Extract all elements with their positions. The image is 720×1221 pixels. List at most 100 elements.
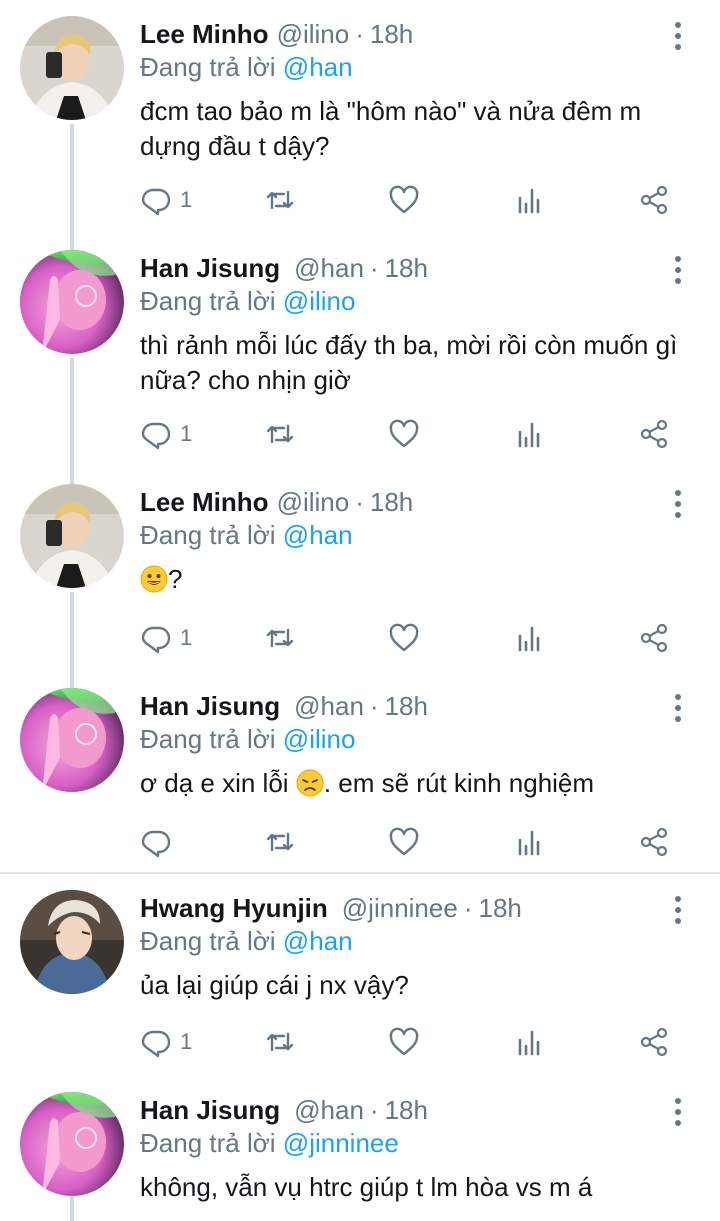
tweet-text: ? <box>140 562 700 597</box>
display-name[interactable]: Han Jisung <box>140 253 280 284</box>
analytics-icon <box>518 1030 540 1056</box>
more-vertical-icon[interactable] <box>668 256 688 284</box>
more-vertical-icon[interactable] <box>668 490 688 518</box>
analytics-button[interactable] <box>514 414 546 454</box>
analytics-button[interactable] <box>514 1022 546 1062</box>
display-name[interactable]: Han Jisung <box>140 1095 280 1126</box>
timestamp[interactable]: 18h <box>478 893 521 924</box>
user-handle[interactable]: @han <box>294 691 364 722</box>
reply-button[interactable] <box>140 822 172 862</box>
tweet-header: Lee Minho @ilino · 18h <box>140 484 413 520</box>
analytics-button[interactable] <box>514 180 546 220</box>
retweet-icon <box>266 628 294 648</box>
retweet-button[interactable] <box>264 618 296 658</box>
analytics-icon <box>518 422 540 448</box>
reply-button[interactable]: 1 <box>140 618 192 658</box>
share-button[interactable] <box>638 822 670 862</box>
share-button[interactable] <box>638 180 670 220</box>
more-vertical-icon[interactable] <box>668 1098 688 1126</box>
mention-link[interactable]: @ilino <box>283 286 356 316</box>
tweet-header: Hwang Hyunjin @jinninee · 18h <box>140 890 522 926</box>
share-button[interactable] <box>638 1022 670 1062</box>
tweet-actions <box>140 822 700 862</box>
retweet-button[interactable] <box>264 180 296 220</box>
display-name[interactable]: Hwang Hyunjin <box>140 893 328 924</box>
analytics-button[interactable] <box>514 618 546 658</box>
share-icon <box>640 419 668 449</box>
tweet-text: thì rảnh mỗi lúc đấy th ba, mời rồi còn … <box>140 330 678 395</box>
user-handle[interactable]: @ilino <box>277 19 350 50</box>
share-icon <box>640 1027 668 1057</box>
like-button[interactable] <box>388 618 420 658</box>
reply-count: 1 <box>180 187 193 212</box>
retweet-icon <box>266 424 294 444</box>
reply-button[interactable]: 1 <box>140 180 192 220</box>
display-name[interactable]: Lee Minho <box>140 19 269 50</box>
more-vertical-icon[interactable] <box>668 896 688 924</box>
avatar[interactable] <box>20 688 124 792</box>
timestamp[interactable]: 18h <box>370 487 413 518</box>
avatar[interactable] <box>20 250 124 354</box>
user-handle[interactable]: @han <box>294 1095 364 1126</box>
tweet[interactable]: Lee Minho @ilino · 18h Đang trả lời @han… <box>0 0 720 234</box>
separator: · <box>369 690 379 721</box>
reply-icon <box>141 188 171 216</box>
tweet[interactable]: Han Jisung @han · 18h Đang trả lời @ilin… <box>0 234 720 468</box>
timestamp[interactable]: 18h <box>385 1095 428 1126</box>
tweet[interactable]: Hwang Hyunjin @jinninee · 18h Đang trả l… <box>0 874 720 1076</box>
mention-link[interactable]: @jinninee <box>283 1128 399 1158</box>
like-button[interactable] <box>388 822 420 862</box>
reply-context: Đang trả lời @jinninee <box>140 1128 399 1159</box>
tweet-actions: 1 <box>140 180 700 220</box>
heart-icon <box>389 419 419 448</box>
reply-button[interactable]: 1 <box>140 1022 192 1062</box>
user-handle[interactable]: @jinninee <box>342 893 458 924</box>
retweet-icon <box>266 1032 294 1052</box>
user-handle[interactable]: @ilino <box>277 487 350 518</box>
timestamp[interactable]: 18h <box>385 253 428 284</box>
reply-prefix: Đang trả lời <box>140 286 276 316</box>
retweet-icon <box>266 832 294 852</box>
reply-count: 1 <box>180 421 193 446</box>
more-vertical-icon[interactable] <box>668 694 688 722</box>
like-button[interactable] <box>388 1022 420 1062</box>
reply-icon <box>141 626 171 654</box>
analytics-button[interactable] <box>514 822 546 862</box>
avatar[interactable] <box>20 1092 124 1196</box>
timestamp[interactable]: 18h <box>385 691 428 722</box>
more-vertical-icon[interactable] <box>668 22 688 50</box>
tweet-text: ủa lại giúp cái j nx vậy? <box>140 970 409 1000</box>
reply-icon <box>141 1030 171 1058</box>
tweet[interactable]: Han Jisung @han · 18h Đang trả lời @jinn… <box>0 1076 720 1221</box>
tweet[interactable]: Lee Minho @ilino · 18h Đang trả lời @han… <box>0 468 720 672</box>
timestamp[interactable]: 18h <box>370 19 413 50</box>
reply-prefix: Đang trả lời <box>140 1128 276 1158</box>
display-name[interactable]: Lee Minho <box>140 487 269 518</box>
avatar[interactable] <box>20 16 124 120</box>
tweet-actions: 1 <box>140 618 700 658</box>
like-button[interactable] <box>388 414 420 454</box>
avatar[interactable] <box>20 890 124 994</box>
mention-link[interactable]: @ilino <box>283 724 356 754</box>
mention-link[interactable]: @han <box>283 52 353 82</box>
user-handle[interactable]: @han <box>294 253 364 284</box>
display-name[interactable]: Han Jisung <box>140 691 280 722</box>
like-button[interactable] <box>388 180 420 220</box>
tweet-header: Han Jisung @han · 18h <box>140 688 428 724</box>
retweet-icon <box>266 190 294 210</box>
mention-link[interactable]: @han <box>283 926 353 956</box>
avatar[interactable] <box>20 484 124 588</box>
reply-context: Đang trả lời @han <box>140 52 353 83</box>
tweet-header: Han Jisung @han · 18h <box>140 250 428 286</box>
tweet[interactable]: Han Jisung @han · 18h Đang trả lời @ilin… <box>0 672 720 872</box>
share-button[interactable] <box>638 414 670 454</box>
retweet-button[interactable] <box>264 822 296 862</box>
share-button[interactable] <box>638 618 670 658</box>
reply-icon <box>141 830 171 858</box>
mention-link[interactable]: @han <box>283 520 353 550</box>
tweet-text: ơ dạ e xin lỗi . em sẽ rút kinh nghiệm <box>140 766 700 801</box>
retweet-button[interactable] <box>264 1022 296 1062</box>
heart-icon <box>389 1027 419 1056</box>
reply-button[interactable]: 1 <box>140 414 192 454</box>
retweet-button[interactable] <box>264 414 296 454</box>
